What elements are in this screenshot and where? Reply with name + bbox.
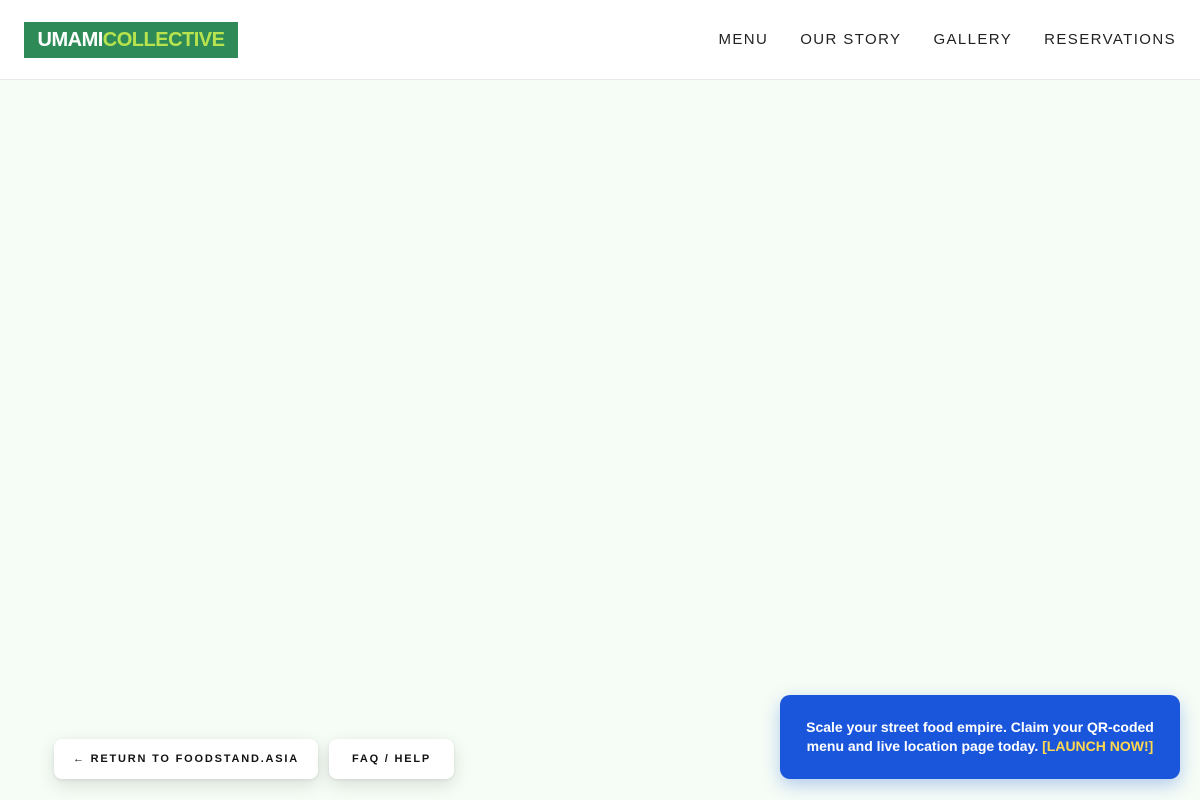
promo-text-block: Scale your street food empire. Claim you… <box>802 718 1158 757</box>
faq-help-button[interactable]: FAQ / HELP <box>329 739 454 779</box>
site-logo[interactable]: UMAMI COLLECTIVE <box>24 22 238 58</box>
nav-link-menu[interactable]: MENU <box>718 31 768 48</box>
nav-link-reservations[interactable]: RESERVATIONS <box>1044 31 1176 48</box>
nav-link-gallery[interactable]: GALLERY <box>933 31 1012 48</box>
main-content-area <box>0 80 1200 800</box>
logo-text-umami: UMAMI <box>37 28 104 51</box>
promo-banner[interactable]: Scale your street food empire. Claim you… <box>780 695 1180 779</box>
nav-link-our-story[interactable]: OUR STORY <box>800 31 901 48</box>
return-to-foodstand-button[interactable]: ← RETURN TO FOODSTAND.ASIA <box>54 739 318 779</box>
promo-launch-link[interactable]: [LAUNCH NOW!] <box>1042 738 1153 754</box>
main-nav: MENU OUR STORY GALLERY RESERVATIONS <box>718 0 1176 78</box>
logo-text-collective: COLLECTIVE <box>102 28 225 51</box>
site-header: UMAMI COLLECTIVE MENU OUR STORY GALLERY R… <box>0 0 1200 80</box>
bottom-link-group: ← RETURN TO FOODSTAND.ASIA FAQ / HELP <box>54 739 454 779</box>
